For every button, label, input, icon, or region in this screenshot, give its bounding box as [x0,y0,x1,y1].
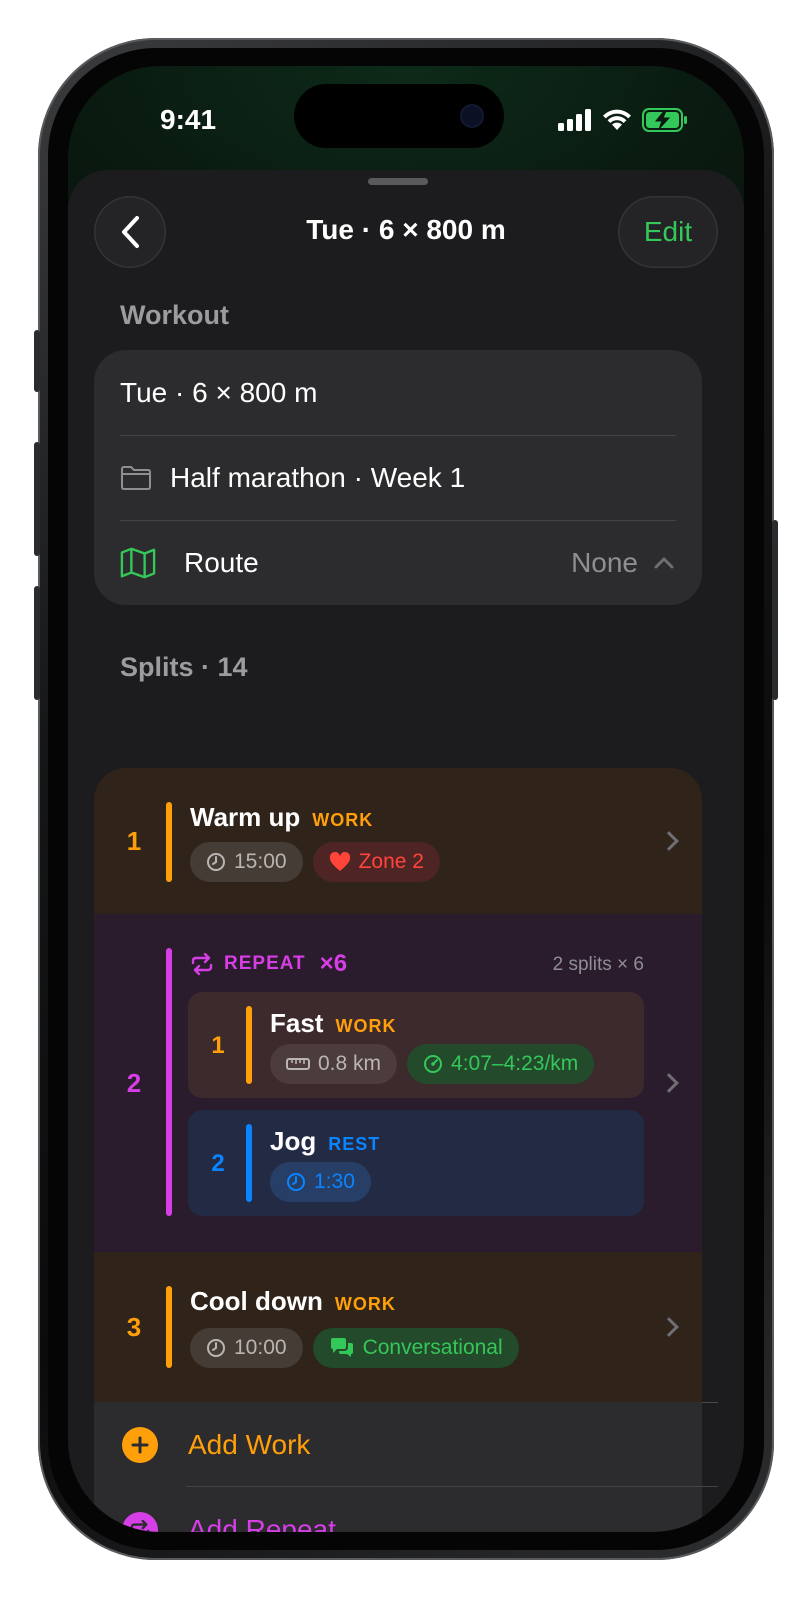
plus-icon [122,1426,158,1463]
split-title: Warm up WORK [190,802,373,833]
split-chips: 10:00 Conversational [190,1328,519,1368]
split-number: 2 [126,1068,142,1098]
work-tag: WORK [312,810,374,830]
repeat-icon [191,953,213,975]
chevron-right-icon [659,1317,679,1337]
distance-chip: 0.8 km [270,1044,398,1084]
page-title: Tue · 6 × 800 m [306,214,506,245]
back-button[interactable] [94,196,166,268]
work-tag: WORK [334,1294,396,1314]
chevron-right-icon [659,831,679,851]
status-time: 9:41 [160,104,217,135]
add-repeat-label: Add Repeat [188,1513,336,1533]
duration-chip: 10:00 [190,1328,303,1368]
duration-value: 15:00 [234,850,287,873]
volume-down-button [34,586,40,700]
split-number: 1 [126,826,142,856]
split-name: Warm up [190,802,301,832]
rest-indicator-bar [246,1124,252,1202]
repeat-circle-icon [122,1511,158,1532]
step-title: Jog REST [270,1126,380,1157]
work-indicator-bar [166,1286,172,1368]
workout-name: Tue · 6 × 800 m [120,376,318,408]
step-number: 2 [211,1150,225,1177]
chevron-up-icon [654,557,674,568]
split-title: Cool down WORK [190,1286,396,1317]
effort-chip: Conversational [312,1328,519,1368]
cellular-signal-icon [558,109,591,131]
route-value: None [571,546,638,578]
work-indicator-bar [246,1006,252,1084]
duration-chip: 1:30 [270,1162,371,1202]
workout-name-row[interactable]: Tue · 6 × 800 m [94,350,702,435]
map-icon [120,546,156,580]
split-row-cool-down[interactable]: 3 Cool down WORK 10:00 Conversational [94,1252,702,1402]
repeat-summary: 2 splits × 6 [552,954,644,975]
chat-bubbles-icon [330,1338,353,1357]
route-row[interactable]: Route None [94,520,702,605]
step-title: Fast WORK [270,1008,396,1039]
clock-icon [207,853,225,871]
status-icons [558,108,688,132]
duration-value: 10:00 [234,1336,287,1359]
zone-value: Zone 2 [358,850,424,873]
duration-chip: 15:00 [190,842,303,882]
repeat-header: REPEAT ×6 [190,950,347,978]
clock-icon [287,1173,305,1191]
split-name: Cool down [190,1286,323,1316]
repeat-tag: REPEAT [224,953,306,974]
speedometer-icon [424,1055,443,1073]
sheet-grabber[interactable] [368,178,428,185]
repeat-step-fast[interactable]: 1 Fast WORK 0.8 km 4:07–4:23/km [188,992,644,1098]
add-work-row[interactable]: Add Work [94,1402,702,1487]
repeat-step-jog[interactable]: 2 Jog REST 1:30 [188,1110,644,1216]
work-tag: WORK [335,1016,397,1036]
split-row-repeat[interactable]: 2 REPEAT ×6 2 splits × 6 1 Fast WORK 0.8… [94,914,702,1252]
action-button [34,330,40,392]
add-repeat-row[interactable]: Add Repeat [94,1487,702,1532]
pace-chip: 4:07–4:23/km [407,1044,595,1084]
ruler-icon [286,1058,310,1070]
clock-icon [207,1339,225,1357]
split-number: 3 [126,1312,142,1342]
effort-value: Conversational [362,1336,503,1359]
step-number: 1 [211,1032,225,1059]
route-label: Route [184,546,259,578]
workout-card: Tue · 6 × 800 m Half marathon · Week 1 R… [94,350,702,605]
chevron-right-icon [659,1073,679,1093]
step-name: Fast [270,1008,324,1038]
volume-up-button [34,442,40,556]
rest-tag: REST [328,1134,381,1154]
power-button [772,520,778,700]
step-chips: 1:30 [270,1162,371,1202]
duration-value: 1:30 [314,1170,355,1193]
distance-value: 0.8 km [318,1052,382,1075]
workout-sheet: Tue · 6 × 800 m Edit Workout Tue · 6 × 8… [68,170,744,1532]
camera-icon [462,106,482,126]
step-name: Jog [270,1126,317,1156]
repeat-count: ×6 [319,950,348,977]
wifi-icon [603,109,631,130]
zone-chip: Zone 2 [312,842,440,882]
splits-list: 1 Warm up WORK 15:00 Zone 2 2 REPEAT ×6 … [94,768,702,1402]
split-row-warm-up[interactable]: 1 Warm up WORK 15:00 Zone 2 [94,768,702,914]
screen: 9:41 Tue · 6 × 800 m Edit Workout Tue · … [68,66,744,1532]
chevron-left-icon [122,216,139,248]
add-work-label: Add Work [188,1428,311,1460]
split-chips: 15:00 Zone 2 [190,842,440,882]
work-indicator-bar [166,802,172,882]
repeat-indicator-bar [166,948,172,1216]
splits-section-label: Splits · 14 [120,652,248,682]
dynamic-island [294,84,504,148]
step-chips: 0.8 km 4:07–4:23/km [270,1044,595,1084]
workout-section-label: Workout [120,300,229,330]
edit-button[interactable]: Edit [618,196,718,268]
plan-row[interactable]: Half marathon · Week 1 [94,435,702,520]
folder-icon [120,465,156,491]
heart-icon [329,852,350,871]
pace-value: 4:07–4:23/km [451,1052,579,1075]
battery-charging-icon [642,108,687,132]
plan-name: Half marathon · Week 1 [170,461,466,493]
